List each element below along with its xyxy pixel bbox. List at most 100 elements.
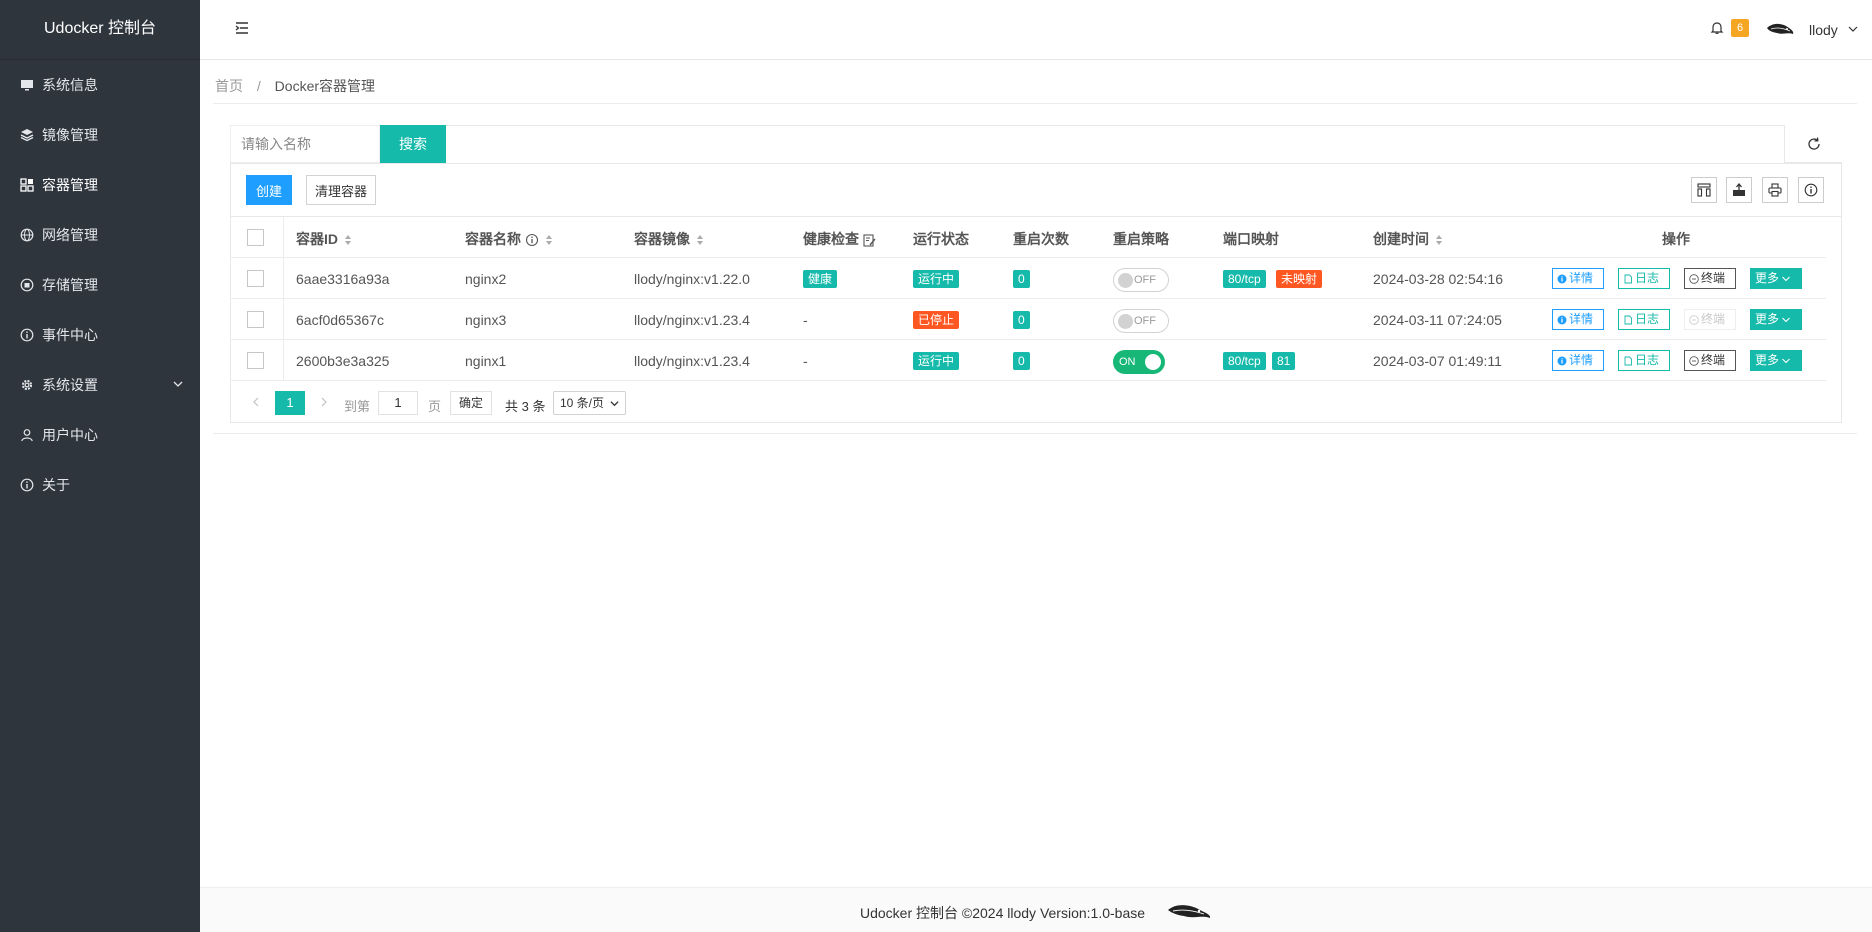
logo-icon xyxy=(1168,905,1211,918)
sort-icon[interactable] xyxy=(696,234,704,246)
detail-button[interactable]: 详情 xyxy=(1552,268,1604,289)
username[interactable]: llody xyxy=(1809,22,1838,38)
sidebar-item-settings[interactable]: 系统设置 xyxy=(0,360,200,410)
menu-toggle-icon[interactable] xyxy=(234,20,250,36)
info-circle-icon xyxy=(20,328,34,342)
row-checkbox[interactable] xyxy=(247,270,264,287)
page-number-input[interactable]: 1 xyxy=(378,391,418,415)
divider xyxy=(230,380,1826,381)
sidebar-item-label: 事件中心 xyxy=(42,327,98,343)
page-unit: 页 xyxy=(428,399,442,414)
user-icon xyxy=(20,428,34,442)
restart-policy-toggle[interactable]: OFF xyxy=(1113,268,1169,292)
search-input[interactable] xyxy=(230,125,380,163)
container-name: nginx3 xyxy=(465,312,507,328)
restart-policy-toggle[interactable]: OFF xyxy=(1113,309,1169,333)
chevron-down-icon[interactable] xyxy=(1848,24,1858,34)
port-badge: 80/tcp xyxy=(1223,352,1266,370)
avatar[interactable] xyxy=(1765,20,1795,40)
divider xyxy=(230,257,1826,258)
sidebar-item-storage[interactable]: 存储管理 xyxy=(0,260,200,310)
monitor-icon xyxy=(20,78,34,92)
container-name: nginx2 xyxy=(465,271,507,287)
sidebar-item-images[interactable]: 镜像管理 xyxy=(0,110,200,160)
column-header-actions: 操作 xyxy=(1662,231,1690,247)
terminal-icon xyxy=(1689,273,1699,284)
log-button[interactable]: 日志 xyxy=(1618,350,1670,371)
divider xyxy=(230,339,1826,340)
columns-icon xyxy=(1697,183,1711,197)
refresh-button[interactable] xyxy=(1784,125,1842,163)
next-page-icon[interactable] xyxy=(318,396,330,408)
divider xyxy=(230,298,1826,299)
created-time: 2024-03-07 01:49:11 xyxy=(1373,353,1502,369)
notification-badge: 6 xyxy=(1731,19,1749,37)
chevron-down-icon xyxy=(1782,276,1790,281)
info-circle-icon xyxy=(20,478,34,492)
more-button[interactable]: 更多 xyxy=(1750,350,1802,371)
storage-icon xyxy=(20,278,34,292)
chevron-down-icon xyxy=(173,381,183,387)
sidebar-item-containers[interactable]: 容器管理 xyxy=(0,160,200,210)
sidebar-item-about[interactable]: 关于 xyxy=(0,460,200,510)
goto-confirm-button[interactable]: 确定 xyxy=(450,391,492,415)
column-header-created[interactable]: 创建时间 xyxy=(1373,229,1443,249)
status-badge: 运行中 xyxy=(913,352,960,370)
info-circle-icon xyxy=(1557,315,1567,324)
restart-count-badge: 0 xyxy=(1013,352,1030,370)
column-header-id[interactable]: 容器ID xyxy=(296,229,352,249)
columns-filter-button[interactable] xyxy=(1691,177,1717,203)
edit-note-icon[interactable] xyxy=(863,234,876,247)
info-circle-icon[interactable] xyxy=(525,233,539,247)
column-header-image[interactable]: 容器镜像 xyxy=(634,229,704,249)
port-badge: 80/tcp xyxy=(1223,270,1266,288)
refresh-icon xyxy=(1807,136,1820,150)
sidebar-item-users[interactable]: 用户中心 xyxy=(0,410,200,460)
current-page[interactable]: 1 xyxy=(275,391,305,415)
detail-button[interactable]: 详情 xyxy=(1552,309,1604,330)
bell-icon[interactable] xyxy=(1710,21,1724,35)
more-button[interactable]: 更多 xyxy=(1750,309,1802,330)
column-header-status: 运行状态 xyxy=(913,231,969,247)
breadcrumb-current: Docker容器管理 xyxy=(274,78,376,94)
sort-icon[interactable] xyxy=(545,234,553,246)
clean-containers-button[interactable]: 清理容器 xyxy=(306,175,376,205)
sort-icon[interactable] xyxy=(1435,234,1443,246)
sidebar-item-network[interactable]: 网络管理 xyxy=(0,210,200,260)
created-time: 2024-03-28 02:54:16 xyxy=(1373,271,1503,287)
more-button[interactable]: 更多 xyxy=(1750,268,1802,289)
page-size-select[interactable]: 10 条/页 xyxy=(553,391,626,415)
container-name: nginx1 xyxy=(465,353,507,369)
search-button[interactable]: 搜索 xyxy=(380,125,446,163)
terminal-button[interactable]: 终端 xyxy=(1684,350,1736,371)
terminal-button[interactable]: 终端 xyxy=(1684,268,1736,289)
breadcrumb: 首页 / Docker容器管理 xyxy=(215,76,375,96)
sidebar-item-system-info[interactable]: 系统信息 xyxy=(0,60,200,110)
container-image: llody/nginx:v1.22.0 xyxy=(634,271,750,287)
create-button[interactable]: 创建 xyxy=(246,175,292,205)
info-circle-icon xyxy=(1557,356,1567,365)
log-button[interactable]: 日志 xyxy=(1618,268,1670,289)
goto-label: 到第 xyxy=(344,399,371,414)
print-button[interactable] xyxy=(1762,177,1788,203)
select-all-checkbox[interactable] xyxy=(247,229,264,246)
prev-page-icon[interactable] xyxy=(250,396,262,408)
log-button[interactable]: 日志 xyxy=(1618,309,1670,330)
row-checkbox[interactable] xyxy=(247,311,264,328)
breadcrumb-home[interactable]: 首页 xyxy=(215,78,243,94)
port-badge: 未映射 xyxy=(1276,270,1323,288)
sidebar-item-events[interactable]: 事件中心 xyxy=(0,310,200,360)
info-button[interactable] xyxy=(1798,177,1824,203)
info-circle-icon xyxy=(1557,274,1567,283)
column-header-name[interactable]: 容器名称 xyxy=(465,229,553,249)
detail-button[interactable]: 详情 xyxy=(1552,350,1604,371)
row-checkbox[interactable] xyxy=(247,352,264,369)
sidebar-item-label: 关于 xyxy=(42,477,70,493)
export-button[interactable] xyxy=(1726,177,1752,203)
divider xyxy=(230,163,1842,164)
restart-policy-toggle[interactable]: ON xyxy=(1113,350,1165,374)
sidebar-item-label: 容器管理 xyxy=(42,177,98,193)
breadcrumb-separator: / xyxy=(256,78,261,94)
chevron-down-icon xyxy=(1782,358,1790,363)
sort-icon[interactable] xyxy=(344,234,352,246)
